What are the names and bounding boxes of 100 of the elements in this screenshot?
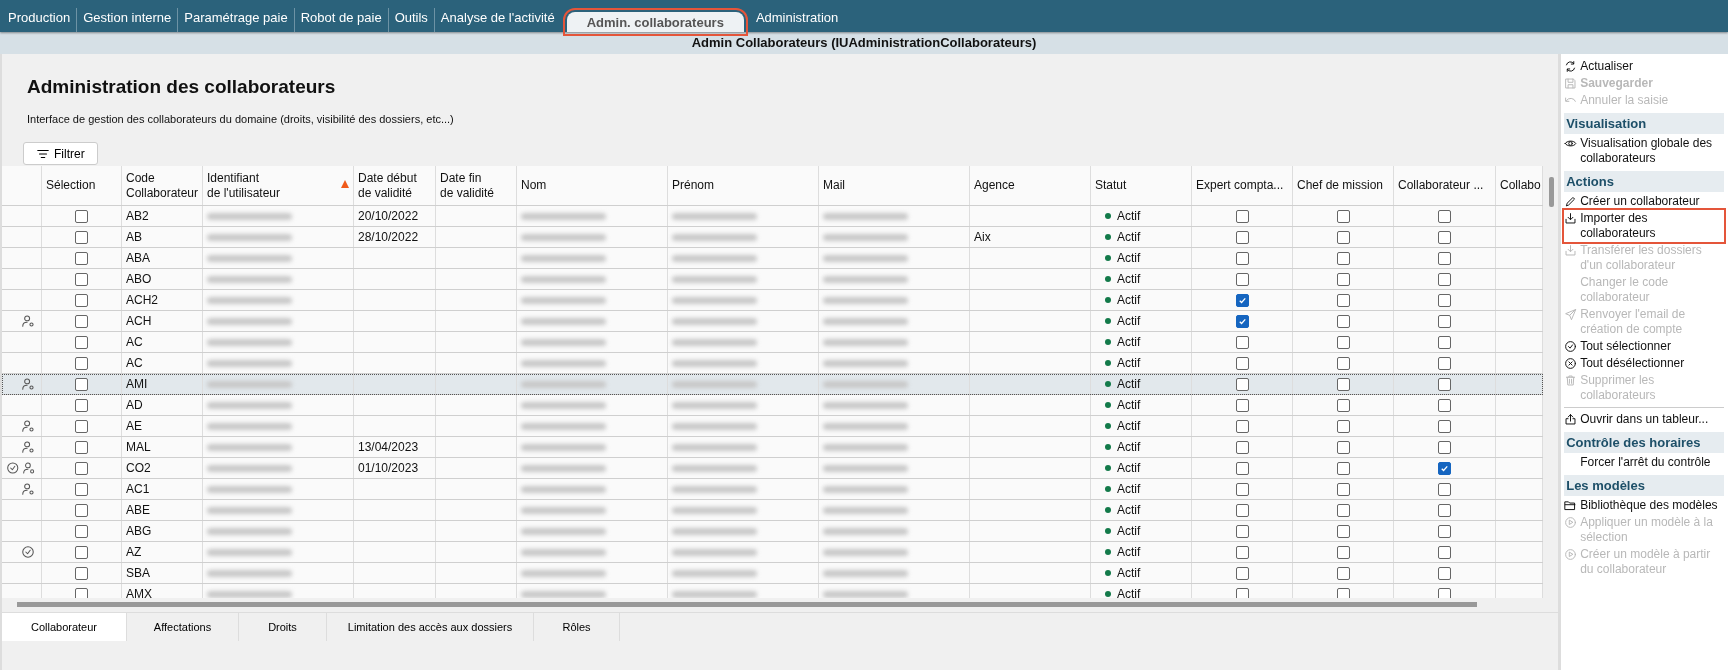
checkbox[interactable] [1336, 209, 1350, 223]
sidebar-action[interactable]: Forcer l'arrêt du contrôle [1564, 454, 1724, 471]
checkbox[interactable] [1336, 314, 1350, 328]
sidebar-action[interactable]: Ouvrir dans un tableur... [1564, 411, 1724, 428]
checkbox[interactable] [1235, 566, 1249, 580]
column-header[interactable]: Collabo [1496, 166, 1543, 205]
column-header[interactable]: Date fin de validité [436, 166, 517, 205]
table-row[interactable]: ABG Actif [2, 521, 1543, 542]
sidebar-action[interactable]: Actualiser [1564, 58, 1724, 75]
nav-tab[interactable]: Administration [749, 8, 845, 32]
checkbox[interactable] [1438, 461, 1451, 475]
checkbox[interactable] [1235, 503, 1249, 517]
checkbox[interactable] [1235, 230, 1249, 244]
checkbox[interactable] [75, 482, 88, 496]
checkbox[interactable] [1336, 587, 1350, 598]
table-row[interactable]: ABA Actif [2, 248, 1543, 269]
checkbox[interactable] [75, 356, 88, 370]
checkbox[interactable] [1438, 587, 1451, 598]
panel-tab[interactable]: Collaborateur [2, 613, 127, 641]
checkbox[interactable] [75, 377, 88, 391]
checkbox[interactable] [1438, 419, 1451, 433]
checkbox[interactable] [1336, 419, 1350, 433]
checkbox[interactable] [1438, 566, 1451, 580]
checkbox[interactable] [1438, 503, 1451, 517]
table-row[interactable]: AB 28/10/2022 Aix Actif [2, 227, 1543, 248]
checkbox[interactable] [1438, 545, 1451, 559]
sidebar-action[interactable]: Bibliothèque des modèles [1564, 497, 1724, 514]
sidebar-action[interactable]: Visualisation globale des collaborateurs [1564, 135, 1724, 167]
column-header[interactable]: Prénom [668, 166, 819, 205]
checkbox[interactable] [1235, 545, 1249, 559]
checkbox[interactable] [1235, 419, 1249, 433]
checkbox[interactable] [75, 503, 88, 517]
checkbox[interactable] [75, 587, 88, 598]
checkbox[interactable] [1235, 251, 1249, 265]
column-header[interactable]: Nom [517, 166, 668, 205]
checkbox[interactable] [75, 461, 88, 475]
filter-button[interactable]: Filtrer [23, 142, 98, 165]
table-row[interactable]: AC1 Actif [2, 479, 1543, 500]
column-header[interactable]: Agence [970, 166, 1091, 205]
sidebar-action[interactable]: Tout désélectionner [1564, 355, 1724, 372]
column-header[interactable]: Expert compta... [1192, 166, 1293, 205]
checkbox[interactable] [1336, 440, 1350, 454]
table-row[interactable]: AE Actif [2, 416, 1543, 437]
sidebar-action[interactable]: Importer des collaborateurs [1564, 210, 1724, 242]
table-row[interactable]: SBA Actif [2, 563, 1543, 584]
table-row[interactable]: AB2 20/10/2022 Actif [2, 206, 1543, 227]
checkbox[interactable] [1235, 587, 1249, 598]
checkbox[interactable] [75, 419, 88, 433]
checkbox[interactable] [75, 293, 88, 307]
checkbox[interactable] [75, 566, 88, 580]
checkbox[interactable] [1336, 566, 1350, 580]
checkbox[interactable] [1235, 335, 1249, 349]
checkbox[interactable] [1438, 251, 1451, 265]
checkbox[interactable] [1336, 482, 1350, 496]
column-header[interactable]: Code Collaborateur [122, 166, 203, 205]
table-row[interactable]: ABE Actif [2, 500, 1543, 521]
checkbox[interactable] [75, 251, 88, 265]
checkbox[interactable] [1336, 293, 1350, 307]
checkbox[interactable] [1438, 440, 1451, 454]
checkbox[interactable] [75, 230, 88, 244]
checkbox[interactable] [1336, 503, 1350, 517]
checkbox[interactable] [75, 272, 88, 286]
checkbox[interactable] [1336, 377, 1350, 391]
checkbox[interactable] [1336, 356, 1350, 370]
table-row[interactable]: ACH Actif [2, 311, 1543, 332]
checkbox[interactable] [1438, 398, 1451, 412]
scrollbar-thumb[interactable] [1549, 177, 1554, 207]
checkbox[interactable] [75, 524, 88, 538]
checkbox[interactable] [1235, 482, 1249, 496]
checkbox[interactable] [1438, 272, 1451, 286]
table-row[interactable]: ACH2 Actif [2, 290, 1543, 311]
checkbox[interactable] [1336, 335, 1350, 349]
checkbox[interactable] [1336, 230, 1350, 244]
table-row[interactable]: AZ Actif [2, 542, 1543, 563]
table-row[interactable]: ABO Actif [2, 269, 1543, 290]
column-header[interactable]: Collaborateur ... [1394, 166, 1496, 205]
checkbox[interactable] [1235, 461, 1249, 475]
checkbox[interactable] [75, 335, 88, 349]
checkbox[interactable] [75, 398, 88, 412]
checkbox[interactable] [75, 314, 88, 328]
table-row[interactable]: CO2 01/10/2023 Actif [2, 458, 1543, 479]
checkbox[interactable] [1438, 314, 1451, 328]
checkbox[interactable] [1438, 524, 1451, 538]
checkbox[interactable] [1235, 272, 1249, 286]
checkbox[interactable] [1438, 377, 1451, 391]
checkbox[interactable] [1235, 524, 1249, 538]
checkbox[interactable] [1438, 230, 1451, 244]
checkbox[interactable] [1235, 314, 1249, 328]
column-header[interactable]: Date début de validité [354, 166, 436, 205]
checkbox[interactable] [1235, 293, 1249, 307]
checkbox[interactable] [1235, 356, 1249, 370]
sidebar-action[interactable]: Créer un collaborateur [1564, 193, 1724, 210]
column-header[interactable]: Chef de mission [1293, 166, 1394, 205]
checkbox[interactable] [75, 209, 88, 223]
checkbox[interactable] [1438, 482, 1451, 496]
checkbox[interactable] [1336, 398, 1350, 412]
checkbox[interactable] [75, 440, 88, 454]
column-header[interactable]: Sélection [42, 166, 122, 205]
checkbox[interactable] [1235, 377, 1249, 391]
checkbox[interactable] [1438, 356, 1451, 370]
